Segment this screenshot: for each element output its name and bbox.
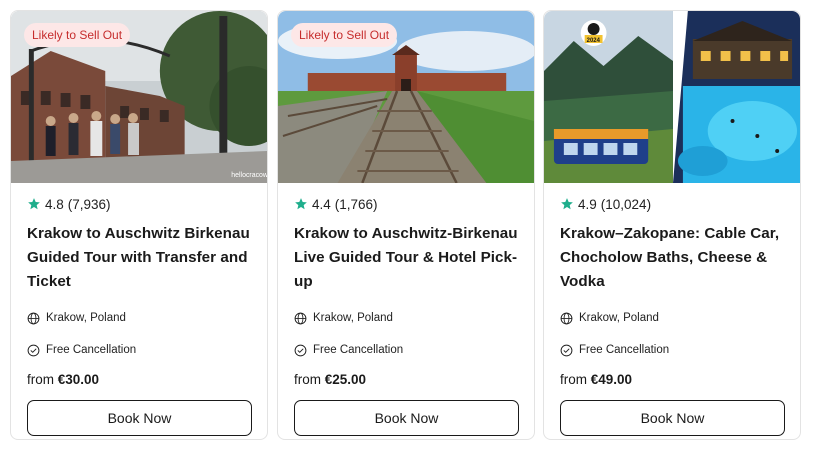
globe-icon (560, 312, 573, 324)
image-watermark: hellocracow (231, 172, 267, 179)
tour-image[interactable]: 2024 (544, 11, 800, 183)
price-row: from €49.00 (560, 372, 784, 390)
check-circle-icon (560, 344, 573, 356)
book-now-button[interactable]: Book Now (294, 400, 519, 436)
star-icon (561, 198, 573, 210)
location-text: Krakow, Poland (46, 312, 126, 324)
price-prefix: from (560, 372, 587, 387)
review-count: (7,936) (67, 196, 111, 212)
tour-card[interactable]: 2024 4.9 (10,024) Krakow–Zakopane: Cable… (543, 10, 801, 440)
cancellation-text: Free Cancellation (46, 344, 137, 356)
cancellation-text: Free Cancellation (579, 344, 670, 356)
tour-card[interactable]: Likely to Sell Out 4.4 (1,766) Krakow to… (277, 10, 535, 440)
tour-title[interactable]: Krakow to Auschwitz Birkenau Guided Tour… (27, 222, 251, 294)
tour-title[interactable]: Krakow to Auschwitz-Birkenau Live Guided… (294, 222, 518, 294)
check-circle-icon (27, 344, 40, 356)
tour-image[interactable]: Likely to Sell Out (278, 11, 534, 183)
location-row: Krakow, Poland (560, 310, 784, 326)
rating-score: 4.8 (45, 196, 64, 212)
cancellation-row: Free Cancellation (27, 342, 251, 358)
location-text: Krakow, Poland (579, 312, 659, 324)
cancellation-row: Free Cancellation (560, 342, 784, 358)
book-now-button[interactable]: Book Now (27, 400, 252, 436)
price-row: from €30.00 (27, 372, 251, 390)
cancellation-text: Free Cancellation (313, 344, 404, 356)
star-icon (28, 198, 40, 210)
location-text: Krakow, Poland (313, 312, 393, 324)
review-count: (1,766) (334, 196, 378, 212)
cancellation-row: Free Cancellation (294, 342, 518, 358)
location-row: Krakow, Poland (294, 310, 518, 326)
book-now-button[interactable]: Book Now (560, 400, 785, 436)
globe-icon (294, 312, 307, 324)
likely-to-sell-out-badge: Likely to Sell Out (24, 23, 131, 47)
tour-card[interactable]: hellocracow Likely to Sell Out 4.8 (7,93… (10, 10, 268, 440)
award-year: 2024 (587, 38, 601, 44)
star-icon (295, 198, 307, 210)
price-amount: €30.00 (57, 372, 100, 387)
review-count: (10,024) (600, 196, 652, 212)
rating-row: 4.4 (1,766) (294, 195, 518, 213)
price-prefix: from (294, 372, 321, 387)
location-row: Krakow, Poland (27, 310, 251, 326)
rating-score: 4.4 (312, 196, 331, 212)
price-prefix: from (27, 372, 54, 387)
rating-row: 4.8 (7,936) (27, 195, 251, 213)
price-amount: €49.00 (590, 372, 633, 387)
likely-to-sell-out-badge: Likely to Sell Out (291, 23, 398, 47)
tour-image[interactable]: hellocracow Likely to Sell Out (11, 11, 267, 183)
check-circle-icon (294, 344, 307, 356)
price-row: from €25.00 (294, 372, 518, 390)
tour-title[interactable]: Krakow–Zakopane: Cable Car, Chocholow Ba… (560, 222, 784, 294)
price-amount: €25.00 (324, 372, 367, 387)
globe-icon (27, 312, 40, 324)
rating-row: 4.9 (10,024) (560, 195, 784, 213)
rating-score: 4.9 (578, 196, 597, 212)
zakopane-collage-photo: 2024 (544, 11, 800, 183)
